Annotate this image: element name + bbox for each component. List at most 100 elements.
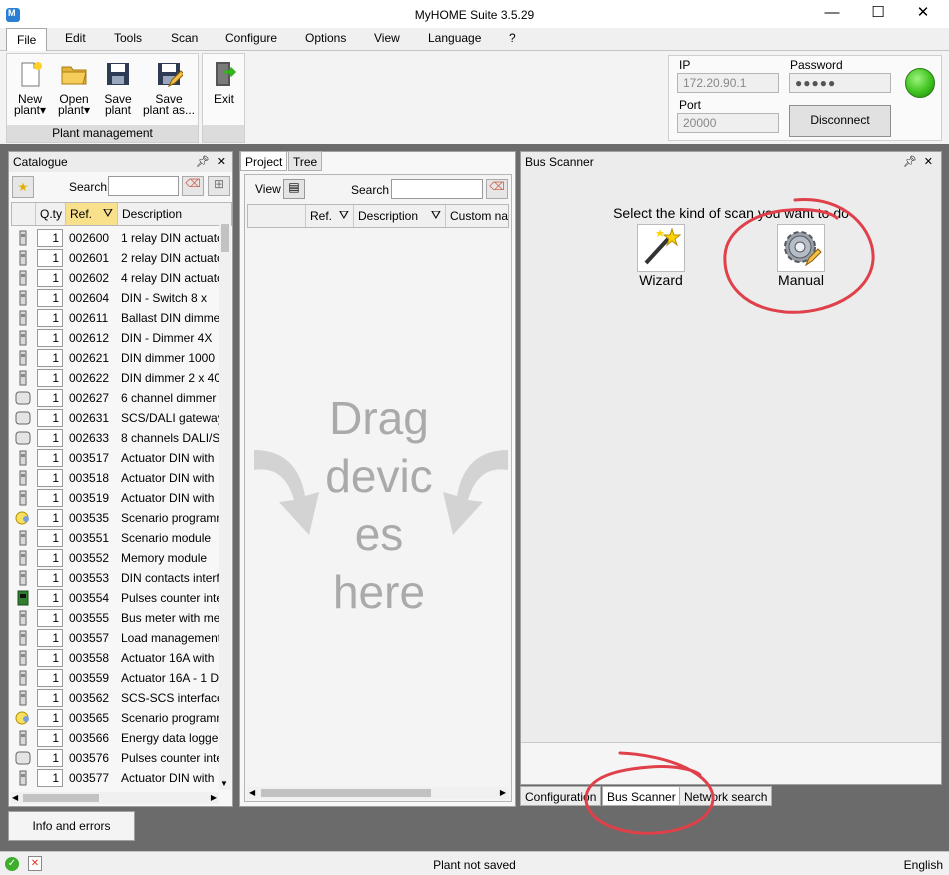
table-row[interactable]: 1 002602 4 relay DIN actuator [11, 268, 219, 288]
catalogue-horizontal-scrollbar[interactable]: ◀ ▶ [11, 792, 219, 804]
info-and-errors-button[interactable]: Info and errors [8, 811, 135, 841]
favorites-star-icon[interactable]: ★ [12, 176, 34, 198]
table-row[interactable]: 1 003517 Actuator DIN with [11, 448, 219, 468]
quantity-field[interactable]: 1 [37, 349, 63, 367]
table-row[interactable]: 1 002604 DIN - Switch 8 x [11, 288, 219, 308]
maximize-button[interactable]: ☐ [855, 4, 901, 24]
menu-options[interactable]: Options [305, 31, 346, 45]
table-row[interactable]: 1 003519 Actuator DIN with [11, 488, 219, 508]
table-row[interactable]: 1 002622 DIN dimmer 2 x 400 [11, 368, 219, 388]
tab-project[interactable]: Project [240, 151, 288, 171]
menu-configure[interactable]: Configure [225, 31, 277, 45]
close-icon[interactable]: ✕ [217, 155, 226, 168]
table-row[interactable]: 1 002601 2 relay DIN actuator [11, 248, 219, 268]
eraser-icon[interactable]: ⌫ [182, 176, 204, 196]
quantity-field[interactable]: 1 [37, 389, 63, 407]
scroll-left-icon[interactable]: ◀ [12, 793, 18, 802]
quantity-field[interactable]: 1 [37, 429, 63, 447]
table-row[interactable]: 1 002612 DIN - Dimmer 4X [11, 328, 219, 348]
quantity-field[interactable]: 1 [37, 309, 63, 327]
col-qty[interactable]: Q.ty [36, 203, 66, 225]
quantity-field[interactable]: 1 [37, 569, 63, 587]
quantity-field[interactable]: 1 [37, 369, 63, 387]
table-row[interactable]: 1 003554 Pulses counter interface [11, 588, 219, 608]
project-horizontal-scrollbar[interactable]: ◀ ▶ [247, 787, 509, 799]
table-row[interactable]: 1 002631 SCS/DALI gateway [11, 408, 219, 428]
table-row[interactable]: 1 003576 Pulses counter interface [11, 748, 219, 768]
project-search-input[interactable] [391, 179, 483, 199]
pin-icon[interactable]: 📌︎ [196, 155, 210, 168]
col-ref[interactable]: Ref. ⛛ [306, 205, 354, 227]
menu-scan[interactable]: Scan [171, 31, 198, 45]
table-row[interactable]: 1 003557 Load management [11, 628, 219, 648]
quantity-field[interactable]: 1 [37, 609, 63, 627]
table-row[interactable]: 1 003577 Actuator DIN with [11, 768, 219, 788]
col-ref[interactable]: Ref. ⛛ [66, 203, 118, 225]
password-field[interactable]: ●●●●● [789, 73, 891, 93]
save-plant-button[interactable]: Save plant [99, 60, 137, 116]
quantity-field[interactable]: 1 [37, 329, 63, 347]
filter-icon[interactable]: ⛛ [103, 206, 113, 221]
quantity-field[interactable]: 1 [37, 249, 63, 267]
table-row[interactable]: 1 003559 Actuator 16A - 1 DIN [11, 668, 219, 688]
quantity-field[interactable]: 1 [37, 469, 63, 487]
table-row[interactable]: 1 002627 6 channel dimmer [11, 388, 219, 408]
catalogue-vertical-scrollbar[interactable]: ▼ [219, 220, 231, 790]
filter-icon[interactable]: ⛛ [339, 208, 349, 223]
table-row[interactable]: 1 002633 8 channels DALI/SCS [11, 428, 219, 448]
quantity-field[interactable]: 1 [37, 749, 63, 767]
manual-label[interactable]: Manual [761, 272, 841, 288]
quantity-field[interactable]: 1 [37, 449, 63, 467]
tab-configuration[interactable]: Configuration [520, 786, 602, 806]
scroll-thumb[interactable] [221, 224, 229, 252]
open-plant-button[interactable]: Open plant▾ [55, 60, 93, 116]
quantity-field[interactable]: 1 [37, 729, 63, 747]
quantity-field[interactable]: 1 [37, 629, 63, 647]
col-description[interactable]: Description ⛛ [354, 205, 446, 227]
table-row[interactable]: 1 003565 Scenario programmer [11, 708, 219, 728]
table-row[interactable]: 1 003535 Scenario programmer [11, 508, 219, 528]
table-row[interactable]: 1 003518 Actuator DIN with [11, 468, 219, 488]
menu-edit[interactable]: Edit [65, 31, 86, 45]
tab-tree[interactable]: Tree [288, 151, 323, 171]
quantity-field[interactable]: 1 [37, 589, 63, 607]
quantity-field[interactable]: 1 [37, 709, 63, 727]
manual-button[interactable] [777, 224, 825, 272]
quantity-field[interactable]: 1 [37, 409, 63, 427]
quantity-field[interactable]: 1 [37, 549, 63, 567]
table-row[interactable]: 1 003555 Bus meter with memory [11, 608, 219, 628]
quantity-field[interactable]: 1 [37, 689, 63, 707]
table-row[interactable]: 1 003553 DIN contacts interface [11, 568, 219, 588]
catalogue-search-input[interactable] [108, 176, 179, 196]
close-icon[interactable]: ✕ [924, 155, 933, 168]
expand-icon[interactable]: ⊞ [208, 176, 230, 196]
table-row[interactable]: 1 003562 SCS-SCS interface [11, 688, 219, 708]
quantity-field[interactable]: 1 [37, 769, 63, 787]
h-scroll-thumb[interactable] [23, 794, 99, 802]
quantity-field[interactable]: 1 [37, 269, 63, 287]
quantity-field[interactable]: 1 [37, 649, 63, 667]
save-plant-as-button[interactable]: Save plant as... [141, 60, 197, 116]
quantity-field[interactable]: 1 [37, 509, 63, 527]
menu-file[interactable]: File [6, 28, 48, 51]
tab-bus-scanner[interactable]: Bus Scanner [602, 786, 681, 806]
minimize-button[interactable]: — [809, 4, 855, 24]
new-plant-button[interactable]: New plant▾ [11, 60, 49, 116]
quantity-field[interactable]: 1 [37, 489, 63, 507]
col-description[interactable]: Description [118, 203, 221, 225]
quantity-field[interactable]: 1 [37, 529, 63, 547]
col-custom-name[interactable]: Custom na [446, 205, 510, 227]
table-row[interactable]: 1 003566 Energy data logger [11, 728, 219, 748]
view-list-icon[interactable]: ▤ [283, 179, 305, 199]
pin-icon[interactable]: 📌︎ [903, 155, 917, 168]
table-row[interactable]: 1 003552 Memory module [11, 548, 219, 568]
quantity-field[interactable]: 1 [37, 289, 63, 307]
wizard-button[interactable] [637, 224, 685, 272]
ip-field[interactable]: 172.20.90.1 [677, 73, 779, 93]
table-row[interactable]: 1 002621 DIN dimmer 1000 [11, 348, 219, 368]
table-row[interactable]: 1 003551 Scenario module [11, 528, 219, 548]
table-row[interactable]: 1 003558 Actuator 16A with [11, 648, 219, 668]
table-row[interactable]: 1 002600 1 relay DIN actuator [11, 228, 219, 248]
h-scroll-thumb[interactable] [261, 789, 431, 797]
port-field[interactable]: 20000 [677, 113, 779, 133]
